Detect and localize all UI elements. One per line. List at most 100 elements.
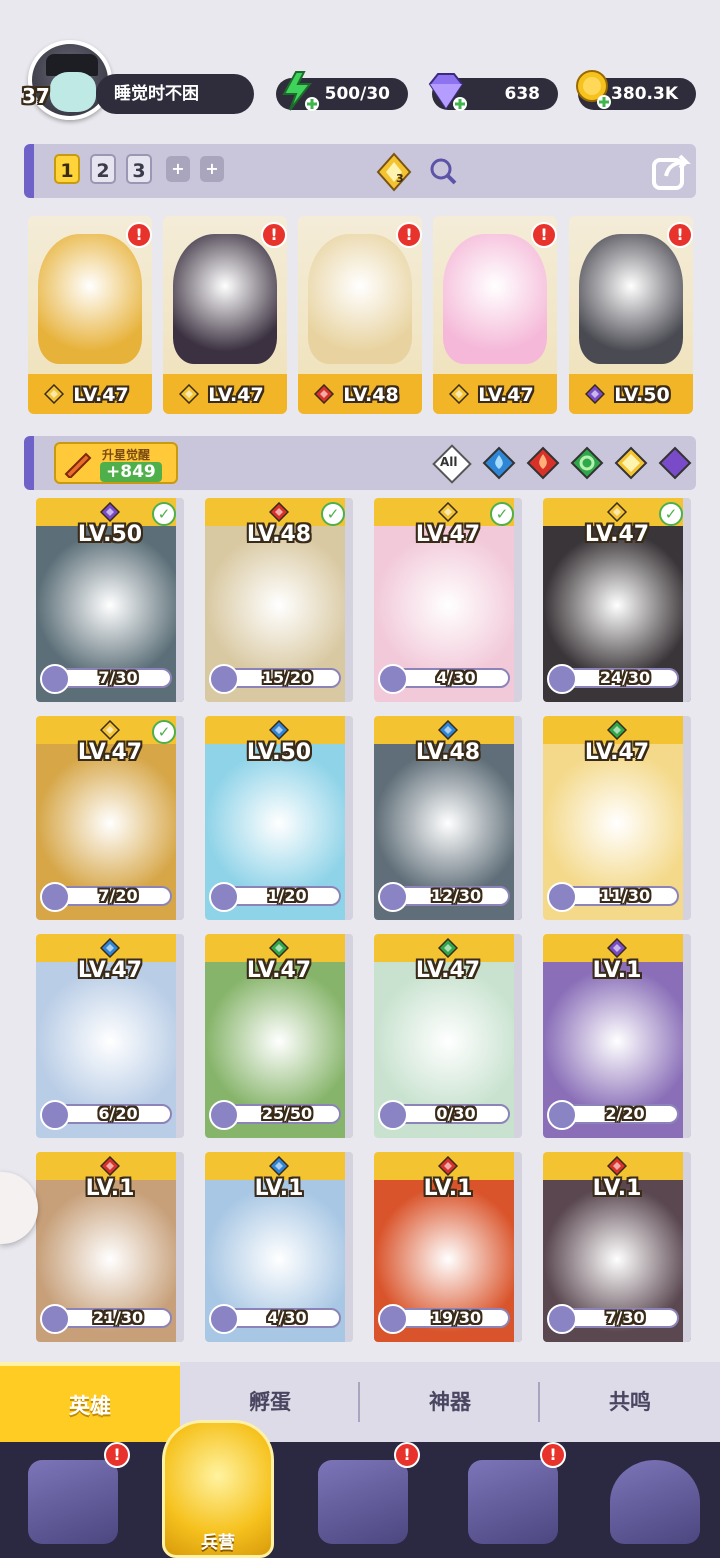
- nav-cards-badge: !: [104, 1442, 130, 1468]
- hero-card[interactable]: LV.1 21/30: [36, 1152, 184, 1342]
- team-member-portrait: [443, 234, 547, 364]
- hero-card[interactable]: LV.1 7/30: [543, 1152, 691, 1342]
- filter-wind-icon[interactable]: [570, 446, 604, 480]
- gem-icon: [428, 73, 467, 111]
- hero-level: LV.47: [77, 740, 143, 765]
- awaken-button[interactable]: 升星觉醒 +849: [54, 442, 178, 484]
- hero-fragment-count: 24/30: [599, 668, 651, 687]
- bottom-nav: ! ! !: [0, 1442, 720, 1558]
- magnifier-icon[interactable]: [428, 156, 458, 186]
- hero-fragment-count: 7/30: [98, 668, 138, 687]
- hero-fragment-count: 6/20: [98, 1104, 138, 1123]
- energy-value: 500/30: [324, 84, 390, 104]
- floating-helper-avatar[interactable]: [0, 1172, 38, 1244]
- hero-card[interactable]: LV.1 2/20: [543, 934, 691, 1138]
- element-fire-icon: [606, 1155, 628, 1177]
- hero-card[interactable]: LV.47 6/20: [36, 934, 184, 1138]
- team-member-card[interactable]: LV.48!: [298, 216, 422, 414]
- hero-element: [437, 501, 459, 523]
- hero-fragment-count: 0/30: [436, 1104, 476, 1123]
- gem-value: 638: [504, 84, 541, 104]
- hero-fragment-count: 15/20: [261, 668, 313, 687]
- nav-map-icon[interactable]: [318, 1460, 408, 1544]
- hero-element: [99, 719, 121, 741]
- hero-card[interactable]: LV.47 0/30: [374, 934, 522, 1138]
- team-tab-2[interactable]: 2: [90, 154, 116, 184]
- hero-fragment-count: 4/30: [267, 1308, 307, 1327]
- team-member-level: LV.47: [208, 384, 264, 406]
- tab-artifacts[interactable]: 神器: [360, 1362, 540, 1442]
- hero-fragment-count: 25/50: [261, 1104, 313, 1123]
- hero-element: [99, 937, 121, 959]
- element-water-icon: [99, 937, 121, 959]
- nav-cards-icon[interactable]: [28, 1460, 118, 1544]
- hero-fragment-count: 2/20: [605, 1104, 645, 1123]
- hero-fragment-count: 21/30: [92, 1308, 144, 1327]
- hero-element: [606, 937, 628, 959]
- hero-fragment-count: 4/30: [436, 668, 476, 687]
- hero-element: [606, 1155, 628, 1177]
- player-level: 37: [22, 84, 50, 108]
- element-fire-icon: [268, 501, 290, 523]
- team-member-card[interactable]: LV.50!: [569, 216, 693, 414]
- nav-guild-icon[interactable]: [610, 1460, 700, 1544]
- hero-level: LV.50: [77, 522, 143, 547]
- filter-dark-icon[interactable]: [658, 446, 692, 480]
- hero-card[interactable]: ✓ LV.50 7/30: [36, 498, 184, 702]
- team-member-card[interactable]: LV.47!: [28, 216, 152, 414]
- team-member-portrait: [38, 234, 142, 364]
- element-water-icon: [268, 719, 290, 741]
- player-name[interactable]: 睡觉时不困: [96, 74, 254, 114]
- hero-card[interactable]: LV.1 19/30: [374, 1152, 522, 1342]
- share-icon[interactable]: [650, 150, 692, 192]
- filter-light-icon[interactable]: [614, 446, 648, 480]
- element-water-icon: [268, 1155, 290, 1177]
- team-member-portrait: [579, 234, 683, 364]
- element-wind-icon: [437, 937, 459, 959]
- hero-card[interactable]: LV.48 12/30: [374, 716, 522, 920]
- nav-shop-icon[interactable]: [468, 1460, 558, 1544]
- hero-card[interactable]: ✓ LV.47 24/30: [543, 498, 691, 702]
- hero-card[interactable]: ✓ LV.47 7/20: [36, 716, 184, 920]
- hero-fragment-count: 7/30: [605, 1308, 645, 1327]
- tab-resonance[interactable]: 共鸣: [540, 1362, 720, 1442]
- hero-card[interactable]: LV.50 1/20: [205, 716, 353, 920]
- hero-card[interactable]: ✓ LV.47 4/30: [374, 498, 522, 702]
- hero-card[interactable]: LV.47 11/30: [543, 716, 691, 920]
- gold-value: 380.3K: [611, 84, 678, 104]
- hero-card[interactable]: LV.1 4/30: [205, 1152, 353, 1342]
- team-member-card[interactable]: LV.47!: [433, 216, 557, 414]
- hero-level: LV.47: [77, 958, 143, 983]
- nav-barracks-label: 兵营: [201, 1533, 235, 1553]
- hero-level: LV.48: [246, 522, 312, 547]
- hero-element: [437, 719, 459, 741]
- hero-card[interactable]: LV.47 25/50: [205, 934, 353, 1138]
- filter-water-icon[interactable]: [482, 446, 516, 480]
- hero-element: [268, 719, 290, 741]
- sword-icon: [64, 452, 92, 478]
- team-member-portrait: [308, 234, 412, 364]
- alert-icon: !: [531, 222, 557, 248]
- hero-level: LV.1: [592, 958, 642, 983]
- element-light-icon: [99, 719, 121, 741]
- hero-element: [606, 719, 628, 741]
- alert-icon: !: [261, 222, 287, 248]
- hero-element: [437, 1155, 459, 1177]
- team-boost-count: 3: [396, 172, 404, 185]
- team-tab-3[interactable]: 3: [126, 154, 152, 184]
- add-team-button-2[interactable]: +: [200, 156, 224, 182]
- team-tab-1[interactable]: 1: [54, 154, 80, 184]
- gold-coin-icon: [576, 70, 611, 109]
- hero-level: LV.1: [592, 1176, 642, 1201]
- element-wind-icon: [268, 937, 290, 959]
- tab-heroes[interactable]: 英雄: [0, 1362, 180, 1442]
- element-water-icon: [437, 719, 459, 741]
- add-team-button[interactable]: +: [166, 156, 190, 182]
- filter-all-label: All: [440, 455, 458, 469]
- team-member-card[interactable]: LV.47!: [163, 216, 287, 414]
- hero-card[interactable]: ✓ LV.48 15/20: [205, 498, 353, 702]
- filter-fire-icon[interactable]: [526, 446, 560, 480]
- hero-element: [268, 937, 290, 959]
- team-boost-icon[interactable]: [374, 152, 414, 192]
- hero-element: [606, 501, 628, 523]
